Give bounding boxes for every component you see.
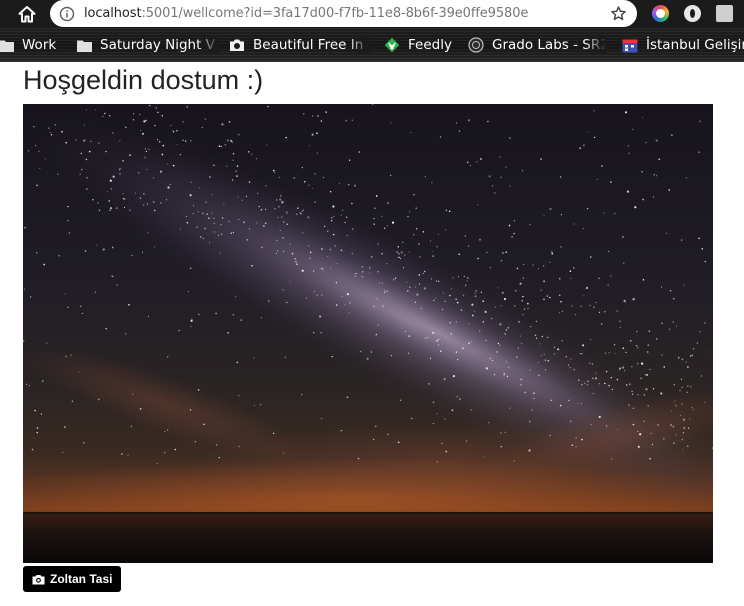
camera-icon: [32, 573, 45, 585]
welcome-heading: Hoşgeldin dostum :): [23, 65, 264, 95]
colorful-extension-icon[interactable]: [652, 5, 669, 22]
bookmark-beautiful-free-images[interactable]: Beautiful Free In: [229, 36, 370, 54]
calendar-icon: [622, 37, 638, 53]
browser-chrome: localhost:5001/wellcome?id=3fa17d00-f7fb…: [0, 0, 744, 62]
home-icon: [18, 5, 36, 22]
photo-author: Zoltan Tasi: [50, 572, 113, 586]
bookmark-saturday-night[interactable]: Saturday Night V: [76, 36, 219, 54]
bookmark-star-icon[interactable]: [610, 5, 627, 22]
url-path: :5001/wellcome?id=3fa17d00-f7fb-11e8-8b6…: [141, 6, 529, 21]
camera-icon: [229, 37, 245, 53]
url-host: localhost: [84, 6, 142, 21]
bookmark-label: Feedly: [408, 37, 452, 53]
folder-icon: [76, 37, 92, 53]
photo-credit-badge[interactable]: Zoltan Tasi: [23, 566, 122, 592]
address-bar[interactable]: localhost:5001/wellcome?id=3fa17d00-f7fb…: [50, 0, 637, 27]
bookmark-label: Beautiful Free In: [253, 37, 364, 53]
bookmark-label: Work: [22, 37, 57, 53]
bookmark-grado-labs[interactable]: Grado Labs - SR2: [468, 36, 606, 54]
browser-toolbar: localhost:5001/wellcome?id=3fa17d00-f7fb…: [0, 0, 744, 28]
bookmark-istanbul-gelisim[interactable]: İstanbul Gelişim: [622, 36, 744, 54]
folder-icon: [0, 37, 14, 53]
gray-extension-icon[interactable]: [716, 5, 733, 22]
bookmarks-bar: Work Saturday Night V Beautiful Free In: [0, 28, 744, 62]
url-text[interactable]: localhost:5001/wellcome?id=3fa17d00-f7fb…: [84, 6, 528, 21]
shield-extension-icon[interactable]: [684, 5, 701, 22]
home-button[interactable]: [16, 3, 38, 25]
feedly-icon: [384, 37, 400, 53]
info-icon[interactable]: [59, 6, 75, 22]
grado-icon: [468, 37, 484, 53]
bookmark-work[interactable]: Work: [0, 36, 56, 54]
bookmark-feedly[interactable]: Feedly: [384, 36, 452, 54]
night-sky-milky-way-photo: [23, 104, 713, 563]
bookmark-label: İstanbul Gelişim: [646, 37, 744, 53]
background-photo: [23, 104, 713, 563]
